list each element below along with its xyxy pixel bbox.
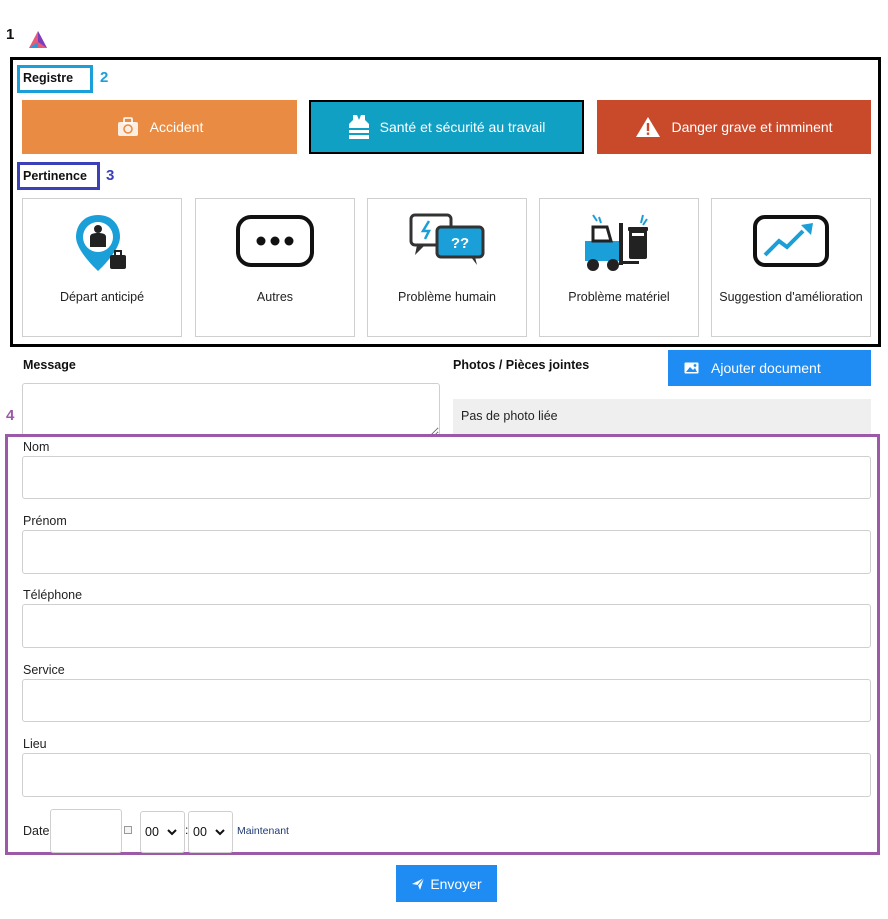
- date-input[interactable]: [50, 809, 122, 853]
- danger-grave-button[interactable]: Danger grave et imminent: [597, 100, 871, 154]
- registre-label: Registre: [23, 71, 74, 85]
- trend-chart-icon: [753, 215, 829, 267]
- calendar-icon[interactable]: [124, 826, 132, 834]
- svg-text:??: ??: [451, 235, 469, 252]
- photos-empty-text: Pas de photo liée: [461, 409, 558, 423]
- photos-empty-box: Pas de photo liée: [453, 399, 871, 437]
- card-label: Départ anticipé: [59, 290, 145, 304]
- danger-grave-label: Danger grave et imminent: [671, 119, 833, 135]
- service-input[interactable]: [22, 679, 871, 722]
- envoyer-button[interactable]: Envoyer: [396, 865, 497, 902]
- app-logo: [28, 30, 48, 50]
- chevron-down-icon: [167, 829, 177, 836]
- person-pin-luggage-icon: [76, 215, 126, 271]
- envoyer-label: Envoyer: [430, 875, 482, 892]
- card-autres[interactable]: Autres: [195, 198, 355, 337]
- accident-button[interactable]: Accident: [22, 100, 297, 154]
- annotation-2: 2: [100, 69, 109, 86]
- card-label: Problème matériel: [568, 290, 670, 304]
- service-label: Service: [23, 663, 65, 677]
- sante-securite-label: Santé et sécurité au travail: [379, 119, 546, 135]
- pertinence-label: Pertinence: [23, 169, 87, 183]
- minute-value: 00: [193, 825, 207, 839]
- accident-label: Accident: [149, 119, 204, 135]
- card-probleme-humain[interactable]: ?? Problème humain: [367, 198, 527, 337]
- image-icon: [684, 362, 699, 374]
- telephone-label: Téléphone: [23, 588, 83, 602]
- ajouter-document-button[interactable]: Ajouter document: [668, 350, 871, 386]
- card-suggestion[interactable]: Suggestion d'amélioration: [711, 198, 871, 337]
- annotation-3: 3: [106, 167, 115, 184]
- nom-label: Nom: [23, 440, 50, 454]
- telephone-input[interactable]: [22, 604, 871, 648]
- hour-select[interactable]: 00: [140, 811, 185, 853]
- photos-label: Photos / Pièces jointes: [453, 358, 590, 372]
- card-label: Autres: [256, 290, 294, 304]
- message-textarea[interactable]: [22, 383, 440, 437]
- ellipsis-bubble-icon: [236, 215, 314, 267]
- annotation-4: 4: [6, 407, 15, 424]
- forklift-icon: [585, 214, 648, 271]
- lieu-input[interactable]: [22, 753, 871, 797]
- date-label: Date: [23, 824, 50, 838]
- first-aid-kit-icon: [117, 117, 138, 136]
- prenom-label: Prénom: [23, 514, 67, 528]
- card-label: Suggestion d'amélioration: [719, 290, 863, 304]
- message-label: Message: [23, 358, 76, 372]
- minute-select[interactable]: 00: [188, 811, 233, 853]
- nom-input[interactable]: [22, 456, 871, 499]
- sante-securite-button[interactable]: Santé et sécurité au travail: [309, 100, 584, 154]
- lieu-label: Lieu: [23, 737, 47, 751]
- paper-plane-icon: [412, 877, 425, 890]
- warning-icon: [636, 117, 661, 137]
- card-probleme-materiel[interactable]: Problème matériel: [539, 198, 699, 337]
- maintenant-link[interactable]: Maintenant: [237, 825, 289, 837]
- card-depart-anticipe[interactable]: Départ anticipé: [22, 198, 182, 337]
- hour-value: 00: [145, 825, 159, 839]
- safety-vest-icon: [348, 115, 369, 139]
- chevron-down-icon: [215, 829, 225, 836]
- ajouter-document-label: Ajouter document: [711, 360, 821, 376]
- speech-bubbles-icon: ??: [409, 213, 485, 265]
- card-label: Problème humain: [398, 290, 496, 304]
- annotation-1: 1: [6, 26, 15, 43]
- prenom-input[interactable]: [22, 530, 871, 574]
